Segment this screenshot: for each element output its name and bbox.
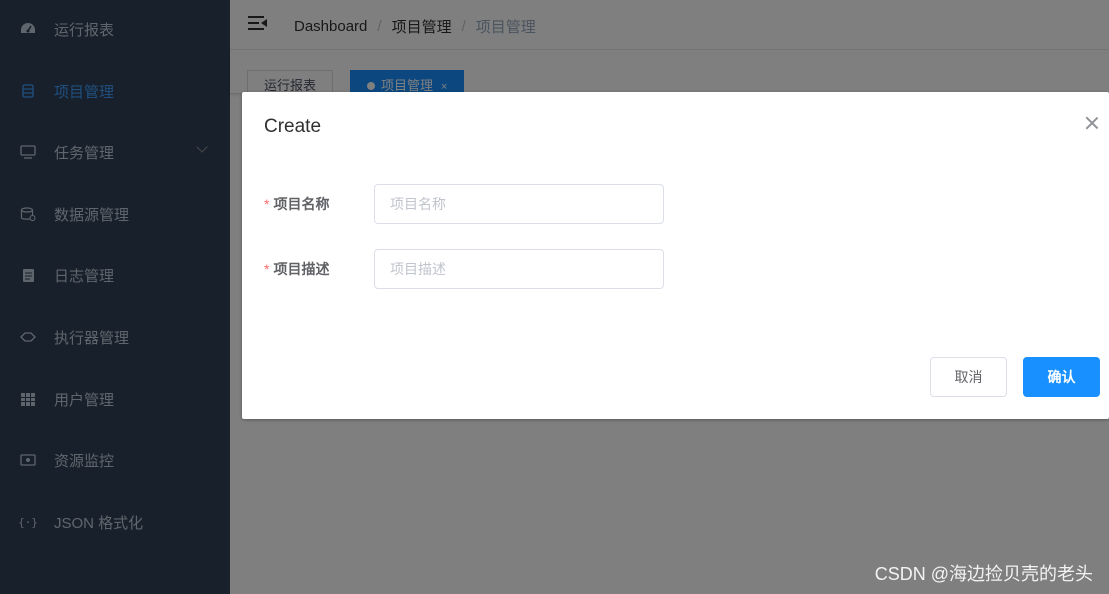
- cancel-button[interactable]: 取消: [930, 357, 1007, 397]
- create-dialog: Create *项目名称 *项目描述 取消 确认: [242, 92, 1109, 419]
- field-label: * 项目名称: [264, 196, 330, 212]
- project-name-input[interactable]: [374, 184, 664, 224]
- required-mark: *: [264, 196, 270, 212]
- field-label: * 项目描述: [264, 261, 330, 277]
- required-mark: *: [264, 261, 270, 277]
- watermark: CSDN @海边捡贝壳的老头: [874, 564, 1093, 584]
- close-icon[interactable]: [1085, 116, 1099, 130]
- confirm-button[interactable]: 确认: [1023, 357, 1100, 397]
- project-desc-input[interactable]: [374, 249, 664, 289]
- form-item-project-name: * 项目名称: [264, 184, 684, 224]
- form-item-project-desc: * 项目描述: [264, 249, 684, 289]
- dialog-title: Create: [264, 116, 322, 137]
